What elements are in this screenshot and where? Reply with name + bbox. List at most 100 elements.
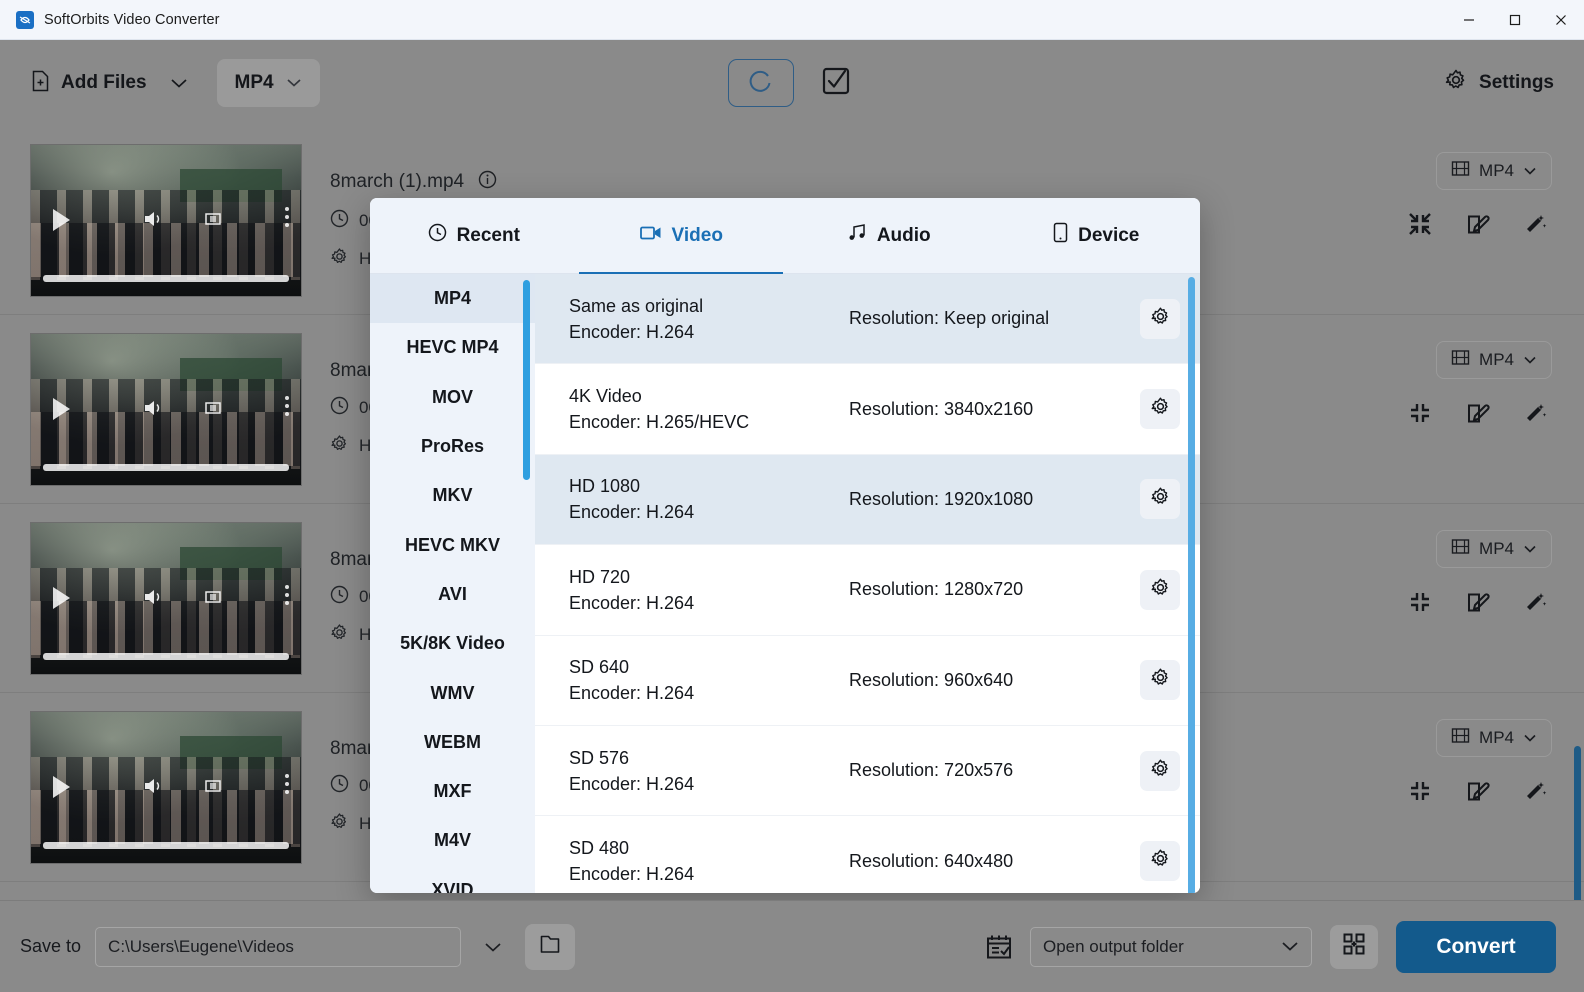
play-icon[interactable] [53,209,70,231]
maximize-button[interactable] [1492,0,1538,40]
vertical-scrollbar[interactable] [1574,746,1581,900]
film-icon [1451,159,1470,183]
play-icon[interactable] [53,587,70,609]
volume-icon[interactable] [143,398,165,423]
row-format-selector[interactable]: MP4 [1436,341,1552,379]
format-item-hevc-mp4[interactable]: HEVC MP4 [370,323,535,372]
preset-row-hd-720[interactable]: HD 720 Encoder: H.264 Resolution: 1280x7… [535,545,1200,635]
progress-bar[interactable] [43,653,289,660]
tab-audio[interactable]: Audio [785,198,993,274]
compress-icon[interactable] [1408,212,1432,241]
format-item-m4v[interactable]: M4V [370,816,535,865]
preset-settings-button[interactable] [1140,389,1180,429]
enhance-icon[interactable] [1524,590,1548,619]
preset-row-sd-640[interactable]: SD 640 Encoder: H.264 Resolution: 960x64… [535,636,1200,726]
volume-icon[interactable] [143,587,165,612]
fullscreen-icon[interactable] [203,209,223,234]
settings-button[interactable]: Settings [1444,68,1554,98]
task-list-icon[interactable] [986,934,1012,960]
row-format-selector[interactable]: MP4 [1436,719,1552,757]
row-action-icons [1408,212,1552,241]
enhance-icon[interactable] [1524,401,1548,430]
preset-settings-button[interactable] [1140,660,1180,700]
video-thumbnail[interactable] [30,711,302,864]
preset-row-sd-576[interactable]: SD 576 Encoder: H.264 Resolution: 720x57… [535,726,1200,816]
refresh-button[interactable] [728,59,794,107]
volume-icon[interactable] [143,776,165,801]
preset-settings-button[interactable] [1140,479,1180,519]
preset-settings-button[interactable] [1140,299,1180,339]
tab-recent[interactable]: Recent [370,198,578,274]
format-preset-dialog: Recent Video Audio Device [370,198,1200,893]
preset-settings-button[interactable] [1140,841,1180,881]
more-options-icon[interactable] [285,207,289,227]
tab-video[interactable]: Video [578,198,786,274]
output-path-dropdown-button[interactable] [483,937,503,957]
select-all-button[interactable] [816,63,856,103]
compress-icon[interactable] [1408,401,1432,430]
preset-list-scrollbar[interactable] [1188,277,1195,893]
video-thumbnail[interactable] [30,522,302,675]
edit-icon[interactable] [1466,779,1490,808]
preset-row-same-as-original[interactable]: Same as original Encoder: H.264 Resoluti… [535,274,1200,364]
preset-row-4k-video[interactable]: 4K Video Encoder: H.265/HEVC Resolution:… [535,364,1200,454]
row-format-selector[interactable]: MP4 [1436,152,1552,190]
more-options-icon[interactable] [285,774,289,794]
format-list-scrollbar[interactable] [523,280,530,480]
post-conversion-action-select[interactable]: Open output folder [1030,927,1312,967]
format-item-wmv[interactable]: WMV [370,668,535,717]
compress-icon[interactable] [1408,779,1432,808]
progress-bar[interactable] [43,464,289,471]
format-item-5k8k[interactable]: 5K/8K Video [370,619,535,668]
fullscreen-icon[interactable] [203,587,223,612]
progress-bar[interactable] [43,275,289,282]
settings-label: Settings [1479,72,1554,94]
format-item-mp4[interactable]: MP4 [370,274,535,323]
output-path-input[interactable]: C:\Users\Eugene\Videos [95,927,461,967]
video-camera-icon [640,224,662,247]
format-item-avi[interactable]: AVI [370,570,535,619]
output-format-selector[interactable]: MP4 [217,59,320,107]
preset-list[interactable]: Same as original Encoder: H.264 Resoluti… [535,274,1200,893]
fullscreen-icon[interactable] [203,398,223,423]
play-icon[interactable] [53,398,70,420]
compress-icon[interactable] [1408,590,1432,619]
preset-settings-button[interactable] [1140,570,1180,610]
preset-info: HD 1080 Encoder: H.264 [569,473,849,525]
fullscreen-icon[interactable] [203,776,223,801]
tab-device[interactable]: Device [993,198,1201,274]
more-options-icon[interactable] [285,585,289,605]
info-icon[interactable] [478,170,497,195]
add-files-dropdown-button[interactable] [169,73,189,93]
add-files-button[interactable]: Add Files [30,70,147,97]
play-icon[interactable] [53,776,70,798]
close-button[interactable] [1538,0,1584,40]
format-item-xvid[interactable]: XVID [370,866,535,893]
edit-icon[interactable] [1466,401,1490,430]
minimize-button[interactable] [1446,0,1492,40]
row-format-selector[interactable]: MP4 [1436,530,1552,568]
format-item-mkv[interactable]: MKV [370,471,535,520]
format-item-prores[interactable]: ProRes [370,422,535,471]
preset-settings-button[interactable] [1140,751,1180,791]
format-item-mxf[interactable]: MXF [370,767,535,816]
video-thumbnail[interactable] [30,144,302,297]
format-item-webm[interactable]: WEBM [370,718,535,767]
format-item-hevc-mkv[interactable]: HEVC MKV [370,520,535,569]
preset-row-sd-480[interactable]: SD 480 Encoder: H.264 Resolution: 640x48… [535,816,1200,893]
convert-button[interactable]: Convert [1396,921,1556,973]
format-item-mov[interactable]: MOV [370,373,535,422]
enhance-icon[interactable] [1524,212,1548,241]
format-list[interactable]: MP4 HEVC MP4 MOV ProRes MKV HEVC MKV AVI… [370,274,535,893]
volume-icon[interactable] [143,209,165,234]
format-label: 5K/8K Video [400,633,505,654]
preset-row-hd-1080[interactable]: HD 1080 Encoder: H.264 Resolution: 1920x… [535,455,1200,545]
enhance-icon[interactable] [1524,779,1548,808]
merge-files-button[interactable] [1330,925,1378,969]
edit-icon[interactable] [1466,212,1490,241]
edit-icon[interactable] [1466,590,1490,619]
browse-folder-button[interactable] [525,924,575,970]
progress-bar[interactable] [43,842,289,849]
more-options-icon[interactable] [285,396,289,416]
video-thumbnail[interactable] [30,333,302,486]
